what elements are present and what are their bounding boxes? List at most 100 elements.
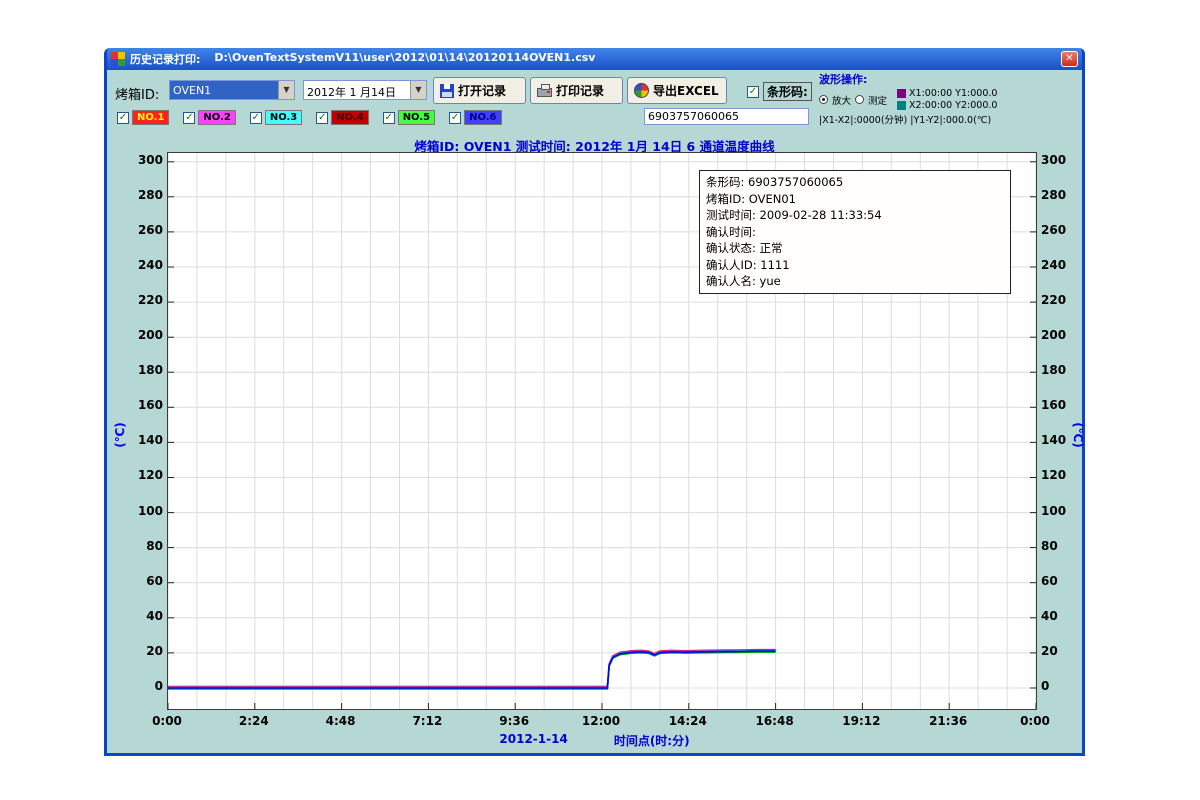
- info-box-line: 测试时间: 2009-02-28 11:33:54: [706, 207, 1004, 224]
- checkbox-icon[interactable]: ✓: [250, 112, 262, 124]
- barcode-checkbox[interactable]: ✓ 条形码:: [747, 82, 812, 101]
- x-axis-label: 7:12: [403, 714, 451, 728]
- y-axis-label: 60: [125, 574, 163, 588]
- date-value: 2012年 1 月14日: [304, 81, 410, 99]
- app-window: 历史记录打印: D:\OvenTextSystemV11\user\2012\0…: [104, 48, 1085, 756]
- export-excel-label: 导出EXCEL: [653, 82, 719, 99]
- y-axis-label: 0: [1041, 679, 1079, 693]
- y-axis-label: 300: [125, 153, 163, 167]
- y-axis-label: 220: [125, 293, 163, 307]
- zoom-radio-label: 放大: [832, 93, 851, 107]
- y-axis-label: 40: [1041, 609, 1079, 623]
- x-axis-label: 14:24: [664, 714, 712, 728]
- x-axis-label: 16:48: [751, 714, 799, 728]
- channel-label: NO.2: [198, 110, 235, 125]
- channel-toggle-NO.6[interactable]: ✓NO.6: [449, 110, 501, 125]
- checkbox-icon[interactable]: ✓: [747, 86, 759, 98]
- info-box-line: 确认时间:: [706, 224, 1004, 241]
- print-record-label: 打印记录: [556, 82, 604, 99]
- y-axis-label: 180: [125, 363, 163, 377]
- oven-id-select[interactable]: OVEN1 ▼: [169, 80, 295, 100]
- info-box-line: 确认状态: 正常: [706, 240, 1004, 257]
- y-axis-label: 180: [1041, 363, 1079, 377]
- y-axis-label: 120: [1041, 468, 1079, 482]
- wave-operations-panel: 波形操作: 放大 测定 X1:00:00 Y1:000.0 X2:00:00 Y…: [819, 71, 1079, 126]
- checkbox-icon[interactable]: ✓: [183, 112, 195, 124]
- cursor1-readout: X1:00:00 Y1:000.0: [909, 88, 997, 99]
- y-axis-label: 260: [125, 223, 163, 237]
- channel-toggle-NO.5[interactable]: ✓NO.5: [383, 110, 435, 125]
- checkbox-icon[interactable]: ✓: [383, 112, 395, 124]
- y-axis-label: 200: [125, 328, 163, 342]
- date-select[interactable]: 2012年 1 月14日 ▼: [303, 80, 427, 100]
- x-axis-title: 时间点(时:分): [614, 732, 690, 749]
- info-box: 条形码: 6903757060065烤箱ID: OVEN01测试时间: 2009…: [699, 170, 1011, 294]
- excel-export-icon: [634, 83, 649, 98]
- barcode-label: 条形码:: [763, 82, 812, 101]
- x-labels: 0:002:244:487:129:3612:0014:2416:4819:12…: [107, 714, 1082, 730]
- wave-operations-title: 波形操作:: [819, 71, 1079, 87]
- y-axis-label: 0: [125, 679, 163, 693]
- y-axis-label: 100: [1041, 504, 1079, 518]
- y-axis-label: 160: [125, 398, 163, 412]
- channel-toggle-NO.4[interactable]: ✓NO.4: [316, 110, 368, 125]
- measure-radio-label: 测定: [868, 93, 887, 107]
- y-axis-label: 120: [125, 468, 163, 482]
- floppy-icon: [440, 84, 454, 98]
- y-axis-label: 60: [1041, 574, 1079, 588]
- window-client: 烤箱ID: OVEN1 ▼ 2012年 1 月14日 ▼ 打开记录 打印记录 导…: [107, 70, 1082, 753]
- chevron-down-icon[interactable]: ▼: [410, 81, 426, 99]
- open-record-button[interactable]: 打开记录: [433, 77, 526, 104]
- barcode-input[interactable]: [644, 108, 809, 125]
- y-axis-label: 260: [1041, 223, 1079, 237]
- x-axis-label: 12:00: [577, 714, 625, 728]
- x-axis-label: 2:24: [230, 714, 278, 728]
- channel-label: NO.5: [398, 110, 435, 125]
- window-title: 历史记录打印: D:\OvenTextSystemV11\user\2012\0…: [130, 51, 595, 67]
- y-axis-label: 280: [1041, 188, 1079, 202]
- print-record-button[interactable]: 打印记录: [530, 77, 623, 104]
- checkbox-icon[interactable]: ✓: [316, 112, 328, 124]
- titlebar[interactable]: 历史记录打印: D:\OvenTextSystemV11\user\2012\0…: [107, 48, 1082, 70]
- chart-date-label: 2012-1-14: [499, 732, 567, 749]
- y-axis-label: 40: [125, 609, 163, 623]
- open-record-label: 打开记录: [458, 82, 506, 99]
- x-axis-label: 19:12: [837, 714, 885, 728]
- info-box-line: 确认人ID: 1111: [706, 257, 1004, 274]
- close-button[interactable]: ✕: [1061, 51, 1078, 67]
- y-axis-unit-right: (℃): [1071, 422, 1085, 448]
- y-axis-label: 80: [125, 539, 163, 553]
- y-axis-label: 280: [125, 188, 163, 202]
- y-axis-label: 80: [1041, 539, 1079, 553]
- app-icon: [111, 52, 125, 66]
- cursor2-swatch: [897, 101, 906, 110]
- channel-toggle-NO.2[interactable]: ✓NO.2: [183, 110, 235, 125]
- export-excel-button[interactable]: 导出EXCEL: [627, 77, 727, 104]
- y-axis-label: 160: [1041, 398, 1079, 412]
- cursor1-swatch: [897, 89, 906, 98]
- chevron-down-icon[interactable]: ▼: [278, 81, 294, 99]
- y-axis-label: 240: [125, 258, 163, 272]
- y-axis-label: 100: [125, 504, 163, 518]
- window-title-path: D:\OvenTextSystemV11\user\2012\01\14\201…: [214, 51, 595, 67]
- x-axis-label: 4:48: [317, 714, 365, 728]
- y-axis-label: 20: [125, 644, 163, 658]
- oven-id-value: OVEN1: [170, 81, 278, 99]
- channel-label: NO.3: [265, 110, 302, 125]
- zoom-radio[interactable]: [819, 95, 828, 104]
- y-axis-label: 300: [1041, 153, 1079, 167]
- measure-radio[interactable]: [855, 95, 864, 104]
- y-labels-left: 0204060801001201401601802002202402602803…: [125, 70, 163, 750]
- x-axis-label: 0:00: [1011, 714, 1059, 728]
- info-box-line: 确认人名: yue: [706, 273, 1004, 290]
- y-labels-right: 0204060801001201401601802002202402602803…: [1041, 70, 1079, 750]
- checkbox-icon[interactable]: ✓: [449, 112, 461, 124]
- channel-toggle-NO.3[interactable]: ✓NO.3: [250, 110, 302, 125]
- printer-icon: [537, 88, 552, 97]
- window-title-app: 历史记录打印:: [130, 51, 200, 67]
- info-box-line: 烤箱ID: OVEN01: [706, 191, 1004, 208]
- x-axis-label: 0:00: [143, 714, 191, 728]
- y-axis-label: 200: [1041, 328, 1079, 342]
- y-axis-label: 20: [1041, 644, 1079, 658]
- channel-label: NO.4: [331, 110, 368, 125]
